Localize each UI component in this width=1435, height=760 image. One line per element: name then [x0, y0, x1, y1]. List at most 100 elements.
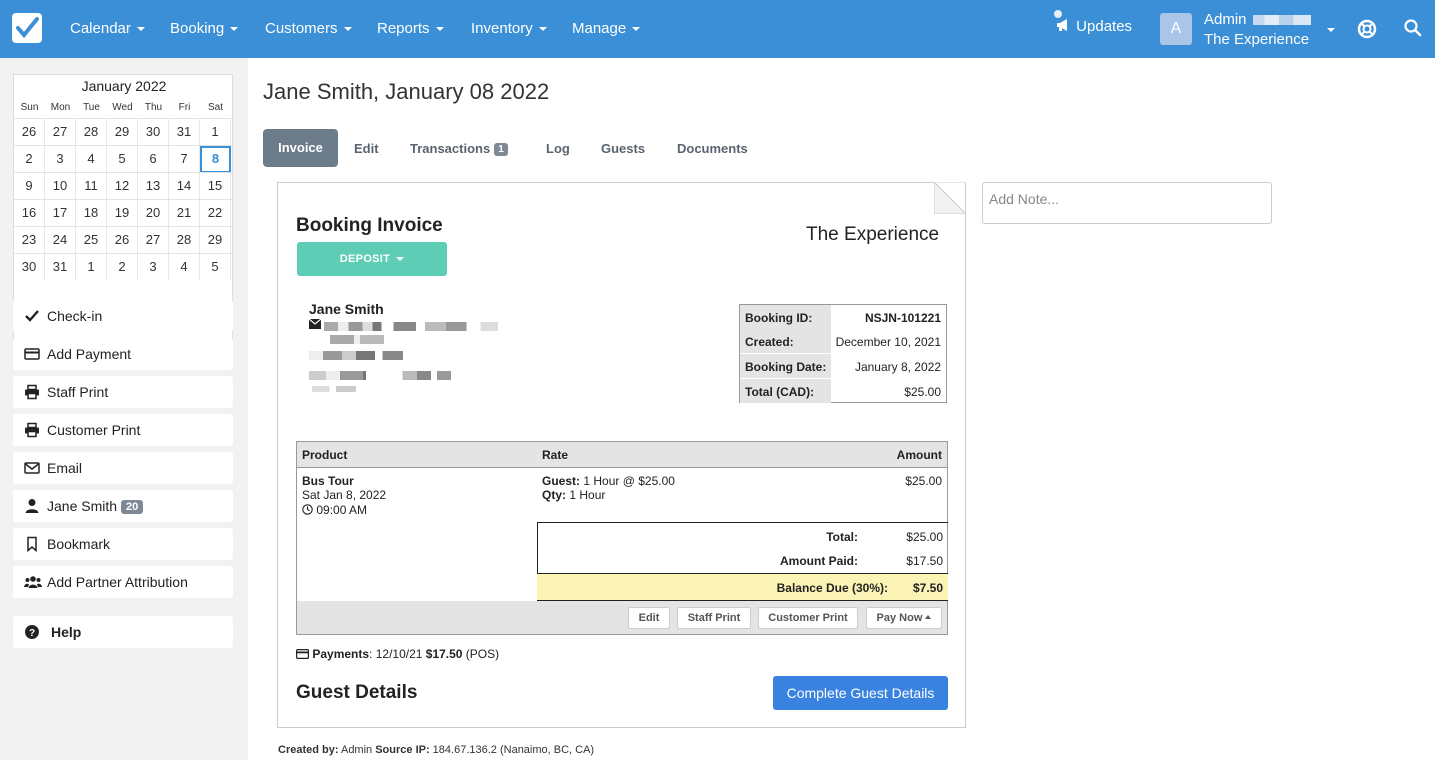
page-fold-corner [934, 182, 966, 214]
calendar-day[interactable]: 29 [200, 227, 231, 254]
calendar-day-selected[interactable]: 8 [200, 146, 231, 173]
calendar-day[interactable]: 3 [138, 254, 169, 281]
calendar-day[interactable]: 18 [76, 200, 107, 227]
calendar-day[interactable]: 6 [138, 146, 169, 173]
calendar-day[interactable]: 2 [14, 146, 45, 173]
sidebar-bookmark-button[interactable]: Bookmark [13, 528, 233, 560]
invoice-customer-print-button[interactable]: Customer Print [758, 607, 858, 629]
invoice-edit-button[interactable]: Edit [628, 607, 670, 629]
complete-guest-details-button[interactable]: Complete Guest Details [773, 676, 948, 710]
calendar-day[interactable]: 31 [169, 119, 200, 146]
tab-log[interactable]: Log [546, 141, 570, 156]
calendar-day[interactable]: 22 [200, 200, 231, 227]
calendar-day[interactable]: 13 [138, 173, 169, 200]
table-header: Product Rate Amount [297, 442, 947, 468]
logo-check-icon[interactable] [12, 13, 42, 43]
nav-inventory[interactable]: Inventory [471, 20, 547, 37]
calendar-day[interactable]: 23 [14, 227, 45, 254]
calendar-day[interactable]: 1 [76, 254, 107, 281]
users-icon [24, 574, 42, 590]
sidebar-jane-smith-button[interactable]: Jane Smith 20 [13, 490, 233, 522]
pay-now-button[interactable]: Pay Now [866, 607, 942, 629]
deposit-status-button[interactable]: DEPOSIT [297, 242, 447, 276]
calendar-day[interactable]: 17 [45, 200, 76, 227]
calendar-day[interactable]: 26 [107, 227, 138, 254]
tab-transactions[interactable]: Transactions 1 [410, 141, 508, 156]
sidebar-customer-print-button[interactable]: Customer Print [13, 414, 233, 446]
sidebar-email-button[interactable]: Email [13, 452, 233, 484]
calendar-day[interactable]: 4 [169, 254, 200, 281]
avatar[interactable]: A [1160, 13, 1192, 45]
calendar-day[interactable]: 16 [14, 200, 45, 227]
invoice-staff-print-button[interactable]: Staff Print [677, 607, 751, 629]
nav-manage[interactable]: Manage [572, 20, 641, 37]
info-row: Booking Date: January 8, 2022 [740, 354, 946, 378]
sidebar-add-payment-button[interactable]: Add Payment [13, 338, 233, 370]
calendar-day[interactable]: 26 [14, 119, 45, 146]
sidebar-staff-print-button[interactable]: Staff Print [13, 376, 233, 408]
tab-guests[interactable]: Guests [601, 141, 645, 156]
lifesaver-icon[interactable] [1357, 19, 1377, 39]
calendar-day[interactable]: 2 [107, 254, 138, 281]
calendar-day[interactable]: 10 [45, 173, 76, 200]
transactions-count-badge: 1 [494, 143, 508, 156]
nav-booking[interactable]: Booking [170, 20, 239, 37]
line-amount: $25.00 [905, 474, 942, 488]
admin-user-menu[interactable]: Admin [1204, 11, 1311, 28]
calendar-day[interactable]: 24 [45, 227, 76, 254]
calendar-day[interactable]: 30 [14, 254, 45, 281]
calendar-day[interactable]: 31 [45, 254, 76, 281]
calendar-day[interactable]: 5 [107, 146, 138, 173]
caret-up-icon [925, 615, 932, 619]
calendar-day[interactable]: 28 [76, 119, 107, 146]
calendar-day[interactable]: 4 [76, 146, 107, 173]
help-button[interactable]: ? Help [13, 616, 233, 648]
sidebar-check-in-button[interactable]: Check-in [13, 300, 233, 332]
tab-edit[interactable]: Edit [354, 141, 379, 156]
calendar-day[interactable]: 1 [200, 119, 231, 146]
calendar-week-row: 30 31 1 2 3 4 5 [14, 253, 234, 281]
product-time: 09:00 AM [302, 503, 367, 517]
calendar-day[interactable]: 20 [138, 200, 169, 227]
tab-invoice[interactable]: Invoice [263, 129, 338, 167]
calendar-day[interactable]: 30 [138, 119, 169, 146]
calendar-day[interactable]: 9 [14, 173, 45, 200]
admin-organization[interactable]: The Experience [1204, 31, 1309, 48]
rate-qty: Qty: 1 Hour [542, 488, 606, 502]
updates-link[interactable]: Updates [1056, 18, 1132, 35]
add-note-input[interactable] [982, 182, 1272, 224]
calendar-day[interactable]: 27 [138, 227, 169, 254]
payments-summary: Payments: 12/10/21 $17.50 (POS) [296, 647, 499, 661]
caret-down-icon[interactable] [1327, 28, 1335, 32]
nav-calendar[interactable]: Calendar [70, 20, 145, 37]
calendar-month-title[interactable]: January 2022 [14, 78, 234, 94]
calendar-day[interactable]: 28 [169, 227, 200, 254]
calendar-day[interactable]: 12 [107, 173, 138, 200]
check-icon [24, 308, 40, 324]
megaphone-icon [1057, 19, 1067, 31]
calendar-day[interactable]: 19 [107, 200, 138, 227]
calendar-day[interactable]: 3 [45, 146, 76, 173]
calendar-day[interactable]: 27 [45, 119, 76, 146]
product-date: Sat Jan 8, 2022 [302, 488, 387, 502]
nav-customers[interactable]: Customers [265, 20, 352, 37]
calendar-day[interactable]: 21 [169, 200, 200, 227]
info-row: Total (CAD): $25.00 [740, 379, 946, 403]
calendar-day[interactable]: 14 [169, 173, 200, 200]
calendar-day[interactable]: 11 [76, 173, 107, 200]
caret-down-icon [632, 27, 641, 32]
tab-documents[interactable]: Documents [677, 141, 748, 156]
redacted-name [1252, 15, 1311, 26]
caret-down-icon [396, 257, 405, 262]
booking-id: NSJN-101221 [864, 311, 941, 325]
rate-guest: Guest: 1 Hour @ $25.00 [542, 474, 675, 488]
calendar-day[interactable]: 7 [169, 146, 200, 173]
search-icon[interactable] [1404, 19, 1422, 37]
caret-down-icon [538, 27, 547, 32]
calendar-day[interactable]: 5 [200, 254, 231, 281]
calendar-day[interactable]: 25 [76, 227, 107, 254]
calendar-day[interactable]: 15 [200, 173, 231, 200]
nav-reports[interactable]: Reports [377, 20, 444, 37]
calendar-day[interactable]: 29 [107, 119, 138, 146]
sidebar-add-partner-attribution-button[interactable]: Add Partner Attribution [13, 566, 233, 598]
